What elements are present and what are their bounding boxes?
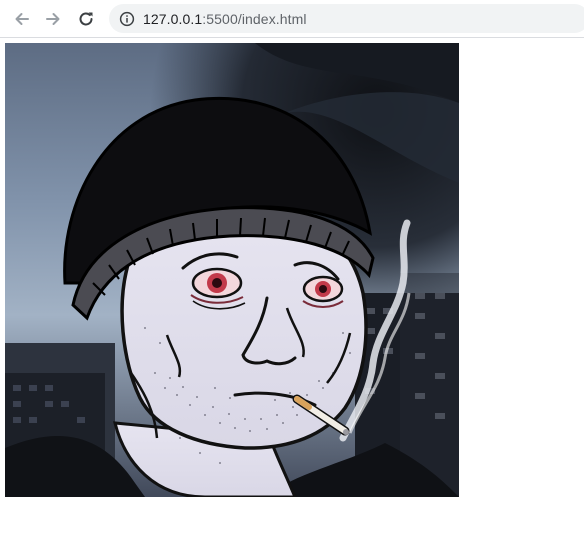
doomer-wojak-image bbox=[5, 43, 459, 497]
arrow-right-icon bbox=[46, 13, 60, 25]
url-text[interactable]: 127.0.0.1:5500/index.html bbox=[143, 11, 307, 27]
reload-icon bbox=[79, 12, 93, 26]
url-path: :5500/index.html bbox=[202, 10, 307, 27]
url-host: 127.0.0.1 bbox=[143, 10, 203, 27]
address-bar[interactable]: 127.0.0.1:5500/index.html bbox=[109, 4, 584, 33]
forward-button[interactable] bbox=[40, 6, 66, 32]
reload-button[interactable] bbox=[73, 6, 99, 32]
page-viewport bbox=[0, 38, 584, 545]
browser-toolbar: 127.0.0.1:5500/index.html bbox=[0, 0, 584, 38]
arrow-left-icon bbox=[15, 13, 29, 25]
info-icon[interactable] bbox=[119, 11, 135, 27]
back-button[interactable] bbox=[9, 6, 35, 32]
